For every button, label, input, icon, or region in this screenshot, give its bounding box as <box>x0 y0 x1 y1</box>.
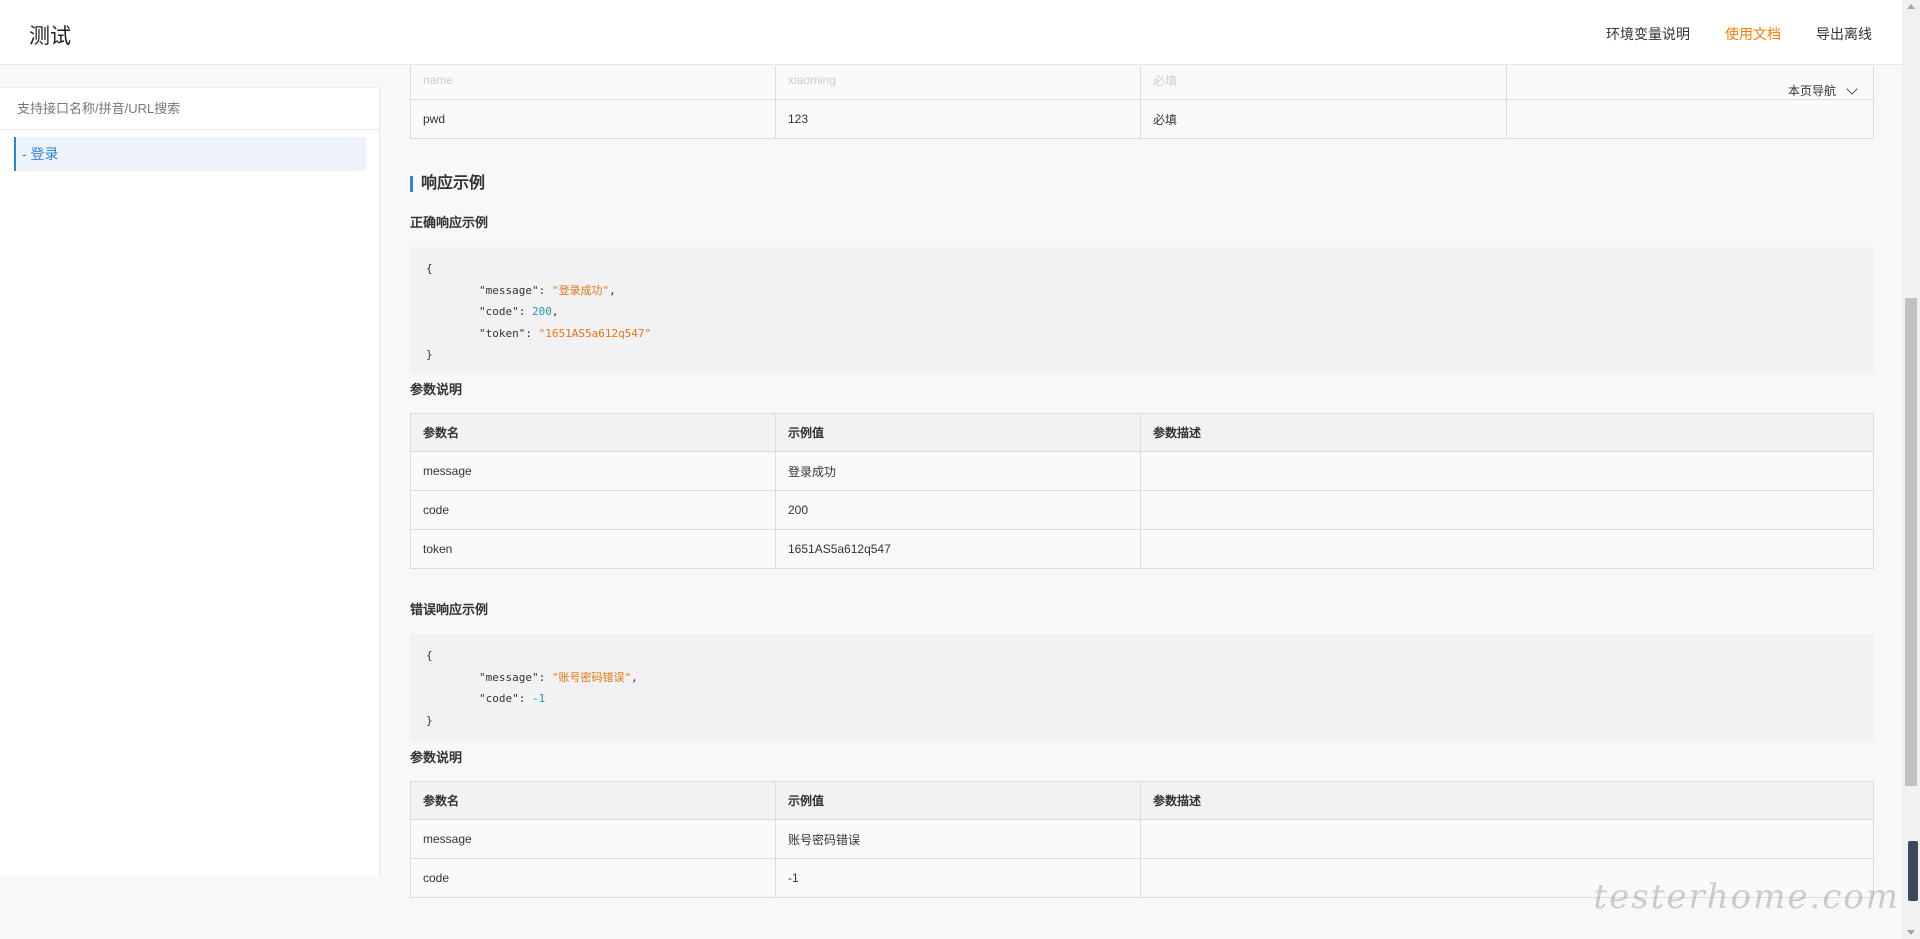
scrollbar-thumb[interactable] <box>1905 298 1917 786</box>
table-cell: token <box>410 529 776 569</box>
page-nav-dropdown[interactable]: 本页导航 <box>1787 82 1858 99</box>
code-comma: , <box>631 670 638 684</box>
code-value: 200 <box>531 305 552 318</box>
code-key: "token" <box>478 326 526 340</box>
code-key: "code" <box>478 305 519 318</box>
table-row: message 账号密码错误 <box>410 819 1874 859</box>
vertical-scrollbar[interactable] <box>1902 0 1920 939</box>
app-title: 测试 <box>29 25 71 48</box>
error-params-title: 参数说明 <box>410 750 463 765</box>
response-section-title: 响应示例 <box>410 176 1874 192</box>
nav-export-offline[interactable]: 导出离线 <box>1816 24 1872 44</box>
code-value: "账号密码错误" <box>551 670 632 684</box>
success-params-title: 参数说明 <box>410 382 463 397</box>
page-nav-label: 本页导航 <box>1787 84 1836 98</box>
table-cell: 1651AS5a612q547 <box>775 529 1141 569</box>
table-cell: code <box>410 490 776 530</box>
table-cell <box>1140 451 1874 491</box>
table-cell: 200 <box>775 490 1141 530</box>
side-widget[interactable] <box>1908 841 1918 901</box>
nav-env-vars[interactable]: 环境变量说明 <box>1606 24 1690 44</box>
table-cell: xiaoming <box>775 66 1141 100</box>
code-brace: } <box>426 348 433 361</box>
column-header: 参数名 <box>410 413 776 452</box>
table-cell <box>1140 490 1874 530</box>
sidebar: - 登录 <box>0 87 380 877</box>
table-cell <box>1140 819 1874 859</box>
column-header: 参数描述 <box>1140 413 1874 452</box>
success-params-table: 参数名 示例值 参数描述 message 登录成功 code 200 token… <box>410 413 1874 569</box>
table-cell <box>1506 99 1874 139</box>
code-key: "message" <box>478 670 539 684</box>
success-title: 正确响应示例 <box>410 215 489 230</box>
table-row: pwd 123 必填 <box>410 99 1874 139</box>
app-header: 测试 环境变量说明 使用文档 导出离线 <box>0 0 1902 65</box>
sidebar-item-login[interactable]: - 登录 <box>14 137 366 171</box>
code-value: -1 <box>531 692 546 705</box>
column-header: 示例值 <box>775 413 1141 452</box>
table-cell: 123 <box>775 99 1141 139</box>
column-header: 参数描述 <box>1140 781 1874 820</box>
code-brace: { <box>426 262 433 275</box>
table-header-row: 参数名 示例值 参数描述 <box>410 413 1874 452</box>
chevron-down-icon <box>1846 82 1858 95</box>
doc-content: name xiaoming 必填 pwd 123 必填 响应示例 正确响应示例 … <box>410 66 1874 898</box>
error-title: 错误响应示例 <box>410 602 489 617</box>
table-cell: message <box>410 451 776 491</box>
table-cell: 必填 <box>1140 99 1507 139</box>
table-cell: 必填 <box>1140 66 1507 100</box>
column-header: 参数名 <box>410 781 776 820</box>
header-nav: 环境变量说明 使用文档 导出离线 <box>1606 24 1872 44</box>
code-key: "message" <box>478 283 539 297</box>
table-cell <box>1140 529 1874 569</box>
table-header-row: 参数名 示例值 参数描述 <box>410 781 1874 820</box>
column-header: 示例值 <box>775 781 1141 820</box>
table-cell: name <box>410 66 776 100</box>
code-brace: { <box>426 649 433 662</box>
error-code-block: { "message": "账号密码错误", "code": -1 } <box>410 634 1874 741</box>
table-cell: pwd <box>410 99 776 139</box>
main-content: name xiaoming 必填 pwd 123 必填 响应示例 正确响应示例 … <box>381 66 1902 939</box>
table-row: name xiaoming 必填 <box>410 66 1874 100</box>
code-comma: , <box>551 305 559 318</box>
search-box <box>0 87 379 130</box>
nav-docs[interactable]: 使用文档 <box>1725 24 1781 44</box>
scroll-down-arrow-icon[interactable] <box>1907 930 1915 935</box>
search-input[interactable] <box>17 101 357 116</box>
watermark: testerhome.com <box>1593 877 1900 917</box>
scroll-up-arrow-icon[interactable] <box>1907 4 1915 9</box>
table-cell: message <box>410 819 776 859</box>
code-value: "1651AS5a612q547" <box>538 326 652 340</box>
table-cell: -1 <box>775 858 1141 898</box>
table-cell: 登录成功 <box>775 451 1141 491</box>
table-row: token 1651AS5a612q547 <box>410 529 1874 569</box>
code-comma: , <box>609 283 616 297</box>
code-value: "登录成功" <box>551 283 610 297</box>
table-row: message 登录成功 <box>410 451 1874 491</box>
table-cell: code <box>410 858 776 898</box>
code-brace: } <box>426 713 433 727</box>
table-row: code 200 <box>410 490 1874 530</box>
table-cell: 账号密码错误 <box>775 819 1141 859</box>
success-code-block: { "message": "登录成功", "code": 200, "token… <box>410 247 1874 373</box>
code-key: "code" <box>478 692 519 705</box>
request-params-table: name xiaoming 必填 pwd 123 必填 <box>410 66 1874 139</box>
